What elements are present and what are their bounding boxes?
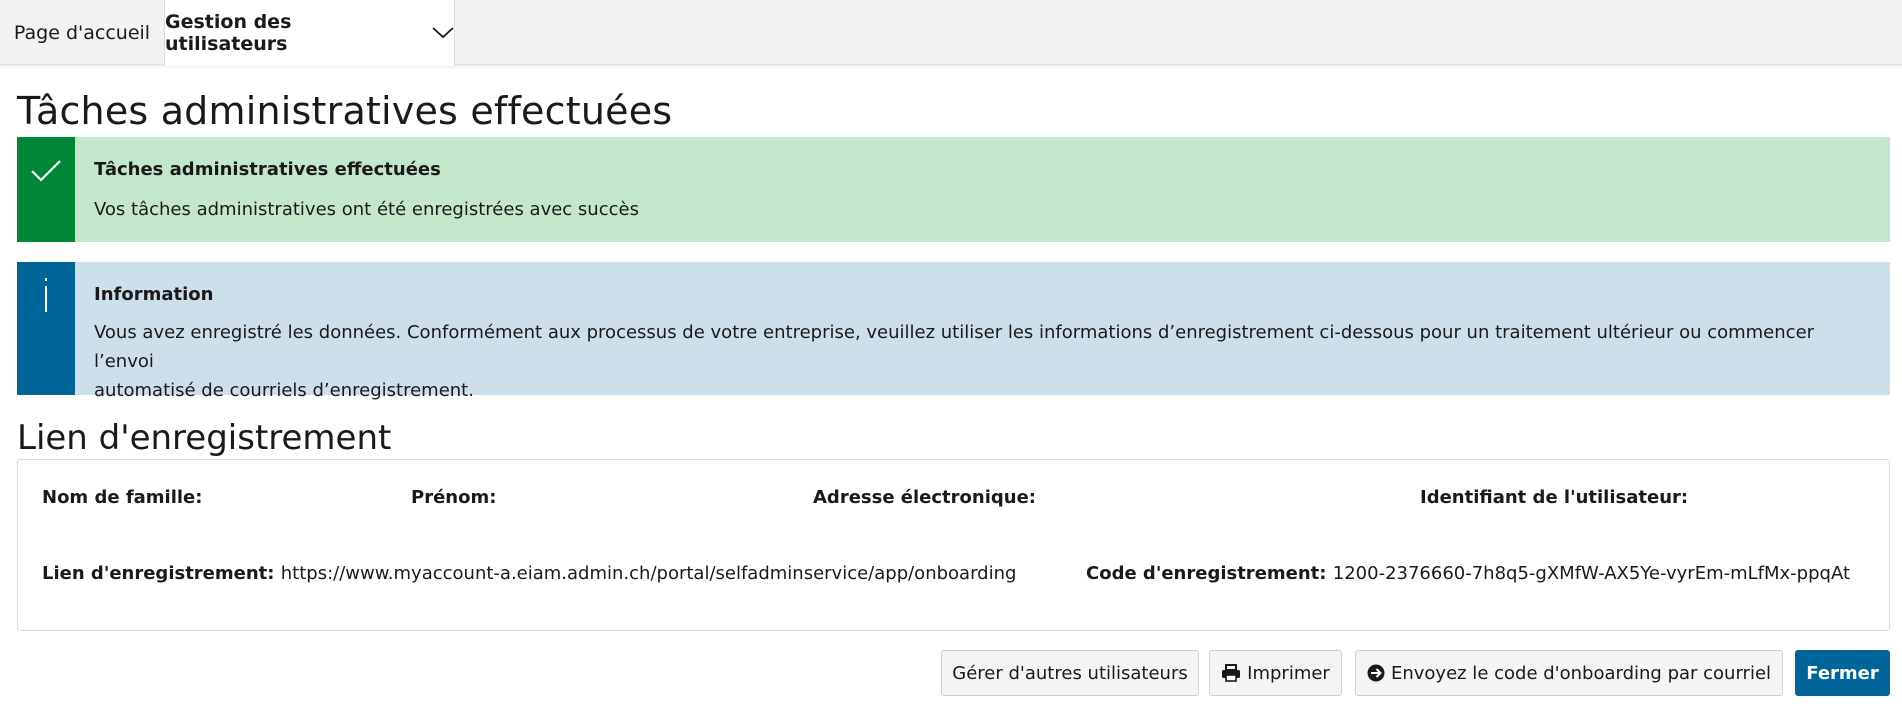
info-alert-text: Vous avez enregistré les données. Confor…: [94, 318, 1870, 405]
info-alert: Information Vous avez enregistré les don…: [17, 262, 1890, 401]
close-label: Fermer: [1806, 662, 1879, 684]
registration-code-label: Code d'enregistrement:: [1086, 563, 1327, 584]
top-tab-bar: Page d'accueil Gestion des utilisateurs: [0, 0, 1902, 66]
info-icon: [41, 278, 51, 395]
last-name-label: Nom de famille:: [42, 487, 203, 508]
manage-other-users-label: Gérer d'autres utilisateurs: [952, 662, 1188, 684]
info-alert-title: Information: [94, 284, 214, 305]
tab-home[interactable]: Page d'accueil: [0, 0, 164, 66]
chevron-down-icon[interactable]: [432, 27, 454, 39]
user-id-label: Identifiant de l'utilisateur:: [1420, 487, 1689, 508]
print-button[interactable]: Imprimer: [1209, 650, 1342, 696]
page-title: Tâches administratives effectuées: [17, 89, 673, 133]
printer-icon: [1221, 664, 1241, 682]
close-button[interactable]: Fermer: [1795, 650, 1890, 696]
print-label: Imprimer: [1247, 662, 1330, 684]
success-alert: Tâches administratives effectuées Vos tâ…: [17, 137, 1890, 242]
success-alert-text: Vos tâches administratives ont été enreg…: [94, 199, 639, 220]
info-alert-line-2: automatisé de courriels d’enregistrement…: [94, 380, 474, 401]
success-alert-title: Tâches administratives effectuées: [94, 159, 441, 180]
info-alert-line-1: Vous avez enregistré les données. Confor…: [94, 322, 1815, 372]
manage-other-users-button[interactable]: Gérer d'autres utilisateurs: [941, 650, 1199, 696]
info-alert-bar: [17, 262, 75, 395]
tab-user-management[interactable]: Gestion des utilisateurs: [164, 0, 455, 66]
send-onboarding-code-label: Envoyez le code d'onboarding par courrie…: [1390, 662, 1772, 684]
send-onboarding-code-button[interactable]: Envoyez le code d'onboarding par courrie…: [1355, 650, 1783, 696]
checkmark-icon: [30, 159, 62, 242]
registration-link-label: Lien d'enregistrement:: [42, 563, 275, 584]
arrow-circle-right-icon: [1367, 664, 1385, 682]
registration-link-value: https://www.myaccount-a.eiam.admin.ch/po…: [280, 563, 1017, 584]
registration-code-value: 1200-2376660-7h8q5-gXMfW-AX5Ye-vyrEm-mLf…: [1332, 563, 1851, 584]
registration-section-title: Lien d'enregistrement: [17, 418, 392, 458]
success-alert-bar: [17, 137, 75, 242]
first-name-label: Prénom:: [411, 487, 497, 508]
tab-user-management-label: Gestion des utilisateurs: [165, 11, 292, 55]
tab-home-label: Page d'accueil: [13, 22, 151, 44]
registration-card: Nom de famille: Prénom: Adresse électron…: [17, 459, 1890, 631]
email-label: Adresse électronique:: [813, 487, 1036, 508]
registration-code-row: Code d'enregistrement: 1200-2376660-7h8q…: [1086, 563, 1850, 584]
registration-link-row: Lien d'enregistrement: https://www.myacc…: [42, 563, 1016, 584]
